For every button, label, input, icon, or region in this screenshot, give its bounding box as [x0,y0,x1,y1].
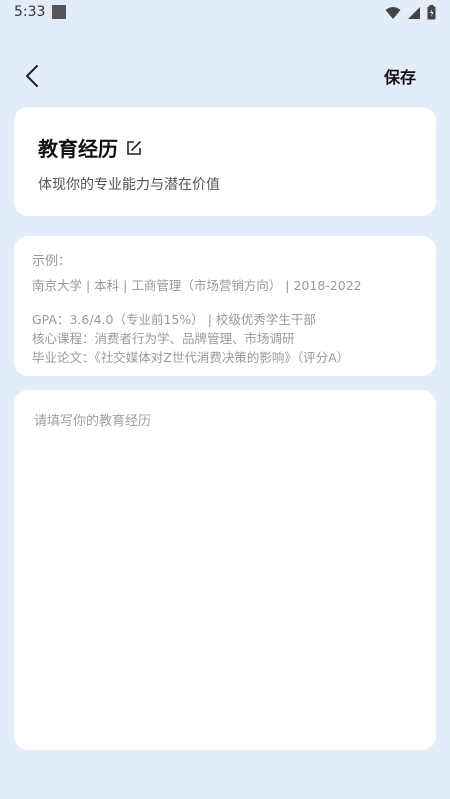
edit-icon[interactable] [126,140,142,156]
signal-icon [408,6,420,19]
title-card: 教育经历 体现你的专业能力与潜在价值 [14,107,436,216]
example-line: 南京大学 | 本科 | 工商管理（市场营销方向） | 2018-2022 [32,278,362,293]
status-time: 5:33 [14,4,46,20]
status-icons [385,5,436,20]
back-button[interactable] [18,60,46,92]
example-card: 示例： 南京大学 | 本科 | 工商管理（市场营销方向） | 2018-2022… [14,236,436,376]
save-button[interactable]: 保存 [384,64,416,88]
example-label: 示例： [32,254,72,269]
chevron-left-icon [26,65,38,87]
notification-icon [52,5,66,19]
title-row: 教育经历 [38,133,142,162]
example-line: 毕业论文：《社交媒体对Z世代消费决策的影响》（评分A） [32,350,350,365]
page-title: 教育经历 [38,137,118,161]
status-bar: 5:33 [0,0,450,26]
input-card [14,390,436,750]
page-subtitle: 体现你的专业能力与潜在价值 [38,177,220,193]
wifi-icon [385,6,401,19]
example-line: GPA：3.6/4.0（专业前15%） | 校级优秀学生干部 [32,312,316,327]
example-line: 核心课程：消费者行为学、品牌管理、市场调研 [32,331,295,346]
battery-icon [427,5,436,20]
education-input[interactable] [32,408,422,732]
